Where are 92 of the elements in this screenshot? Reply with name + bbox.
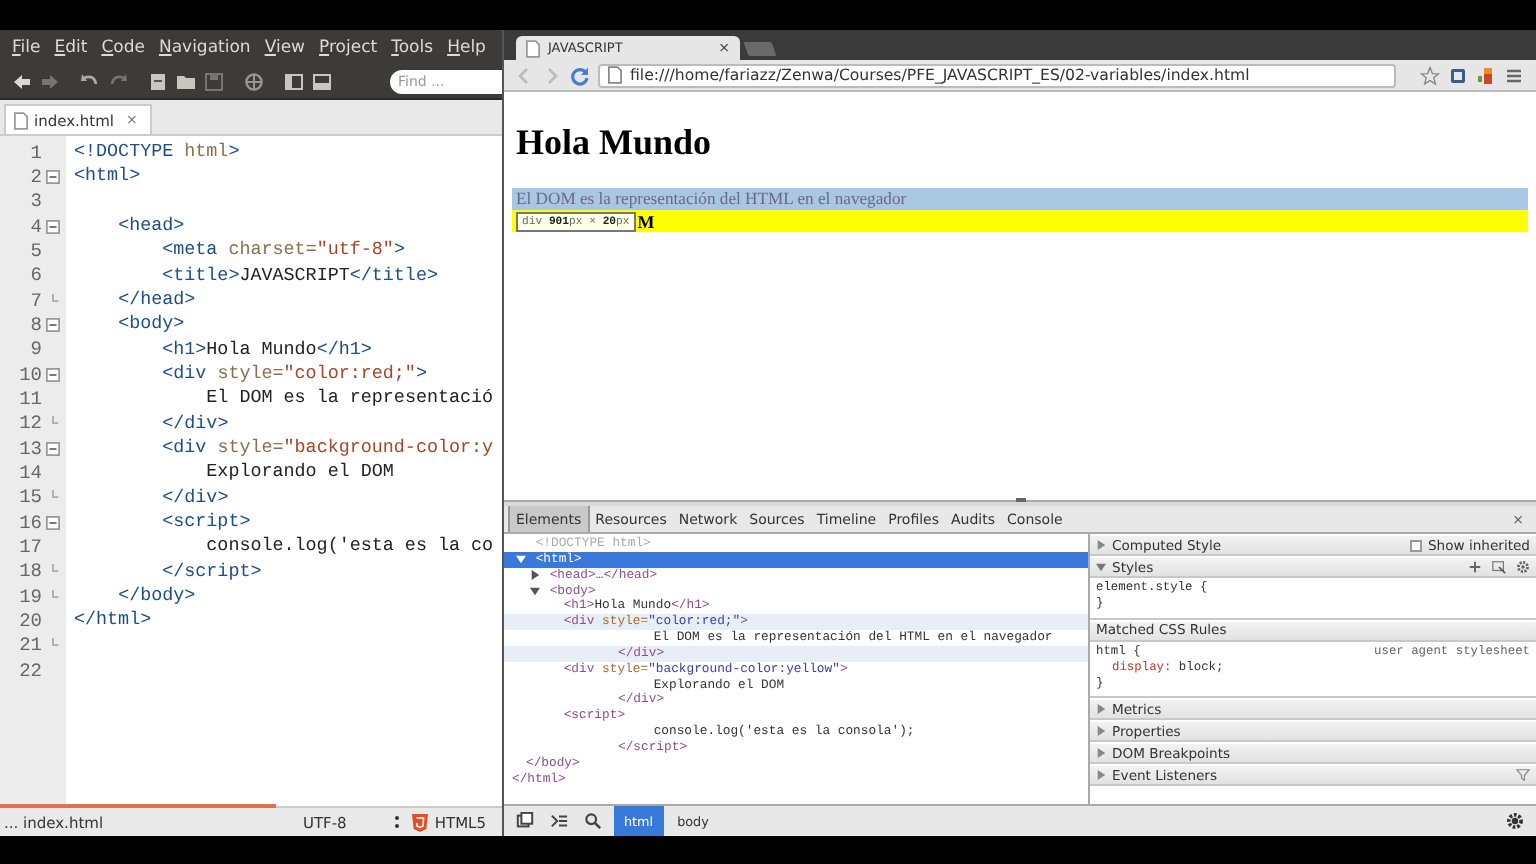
menu-item[interactable]: Project — [319, 37, 378, 57]
fold-toggle-icon[interactable] — [46, 317, 60, 332]
new-tab-button[interactable] — [743, 42, 777, 56]
html5-shield-icon — [412, 813, 429, 831]
save-icon[interactable] — [204, 71, 224, 91]
code-line: console.log('esta es la co — [204, 534, 494, 560]
page-heading: Hola Mundo — [516, 120, 714, 164]
fold-toggle-icon[interactable] — [46, 515, 60, 530]
plus-icon[interactable] — [1468, 560, 1482, 574]
line-number: 11 — [19, 387, 42, 410]
collapsed-triangle-icon — [1096, 540, 1106, 550]
fold-end-icon — [46, 293, 60, 308]
extension-icon[interactable] — [1476, 65, 1496, 85]
dock-icon[interactable] — [516, 812, 534, 830]
code-line: <meta charset="utf-8"> — [160, 238, 407, 264]
code-line: <script> — [160, 509, 253, 535]
code-line: </head> — [116, 287, 198, 313]
search-icon[interactable] — [584, 812, 602, 830]
file-icon — [14, 111, 28, 129]
fold-toggle-icon[interactable] — [46, 367, 60, 382]
line-number: 20 — [19, 609, 42, 632]
paragraph: El DOM es la representación del HTML en el navegador — [512, 188, 1528, 210]
line-number: 21 — [19, 634, 42, 657]
star-icon[interactable] — [1420, 65, 1440, 85]
menu-item[interactable]: File — [12, 37, 41, 57]
new-file-icon[interactable] — [148, 71, 168, 91]
globe-icon[interactable] — [244, 71, 264, 91]
code-line: <title>JAVASCRIPT</title> — [160, 263, 440, 288]
element-state-icon[interactable] — [1492, 560, 1506, 574]
line-number: 18 — [19, 560, 42, 583]
menu-item[interactable]: Help — [447, 37, 486, 57]
menu-item[interactable]: Tools — [391, 37, 434, 57]
panel-icon[interactable] — [284, 71, 304, 91]
code-line: </div> — [160, 411, 231, 436]
menu-icon[interactable] — [1504, 65, 1524, 85]
block-text: M — [637, 211, 655, 231]
menu-item[interactable]: View — [264, 37, 306, 57]
line-number: 10 — [19, 363, 42, 386]
menu-item[interactable]: Code — [101, 37, 145, 57]
code-line: </script> — [160, 559, 264, 584]
line-number: 13 — [19, 437, 42, 460]
line-number: 22 — [19, 659, 42, 682]
folder-icon[interactable] — [176, 71, 196, 91]
line-number: 15 — [19, 486, 42, 509]
checkbox[interactable] — [1409, 539, 1422, 551]
code-line: </html> — [74, 608, 154, 634]
grip-icon — [394, 814, 401, 830]
expanded-triangle-icon — [1096, 562, 1106, 572]
extension-icon[interactable] — [1448, 65, 1468, 85]
line-number: 16 — [19, 511, 42, 534]
collapsed-triangle-icon[interactable] — [530, 569, 540, 580]
settings-icon[interactable] — [1516, 560, 1530, 574]
code-line: El DOM es la representació — [204, 386, 494, 412]
line-number: 1 — [30, 141, 42, 164]
line-number: 7 — [30, 289, 42, 312]
code-line: <!DOCTYPE html> — [74, 140, 242, 165]
line-number: 6 — [30, 264, 42, 287]
line-number: 9 — [30, 338, 42, 361]
settings-icon[interactable] — [1506, 812, 1524, 830]
code-line: <body> — [116, 312, 187, 338]
code-line: Explorando el DOM — [204, 460, 396, 486]
menu-item[interactable]: Edit — [54, 37, 88, 57]
code-line: <div style="background-color:y — [160, 435, 494, 461]
line-number: 14 — [19, 461, 42, 484]
fold-toggle-icon[interactable] — [46, 219, 60, 234]
menu-item[interactable]: Navigation — [158, 37, 251, 57]
expanded-triangle-icon[interactable] — [530, 585, 540, 596]
filter-icon[interactable] — [1516, 768, 1530, 783]
line-number: 12 — [19, 412, 42, 435]
code-line: </div> — [160, 485, 231, 510]
line-number: 3 — [30, 190, 42, 213]
line-number: 19 — [19, 585, 42, 608]
code-line: <h1>Hola Mundo</h1> — [160, 337, 374, 362]
line-number: 2 — [30, 165, 42, 188]
back-arrow-icon[interactable] — [12, 71, 32, 91]
panel-icon[interactable] — [312, 71, 332, 91]
page-icon — [526, 39, 540, 57]
code-line: <html> — [74, 164, 143, 190]
line-number: 8 — [30, 313, 42, 336]
code-line: <div style="color:red;"> — [160, 361, 429, 387]
line-number: 4 — [30, 215, 42, 238]
reload-icon[interactable] — [570, 65, 590, 85]
forward-arrow-icon[interactable] — [40, 71, 60, 91]
code-line: <head> — [116, 213, 187, 239]
fold-toggle-icon[interactable] — [46, 441, 60, 456]
line-number: 5 — [30, 239, 42, 262]
fold-toggle-icon[interactable] — [46, 169, 60, 184]
console-icon[interactable] — [550, 812, 568, 830]
page-icon — [608, 66, 622, 84]
line-number: 17 — [19, 535, 42, 558]
code-line: </body> — [116, 583, 198, 609]
expanded-triangle-icon[interactable] — [516, 553, 526, 564]
